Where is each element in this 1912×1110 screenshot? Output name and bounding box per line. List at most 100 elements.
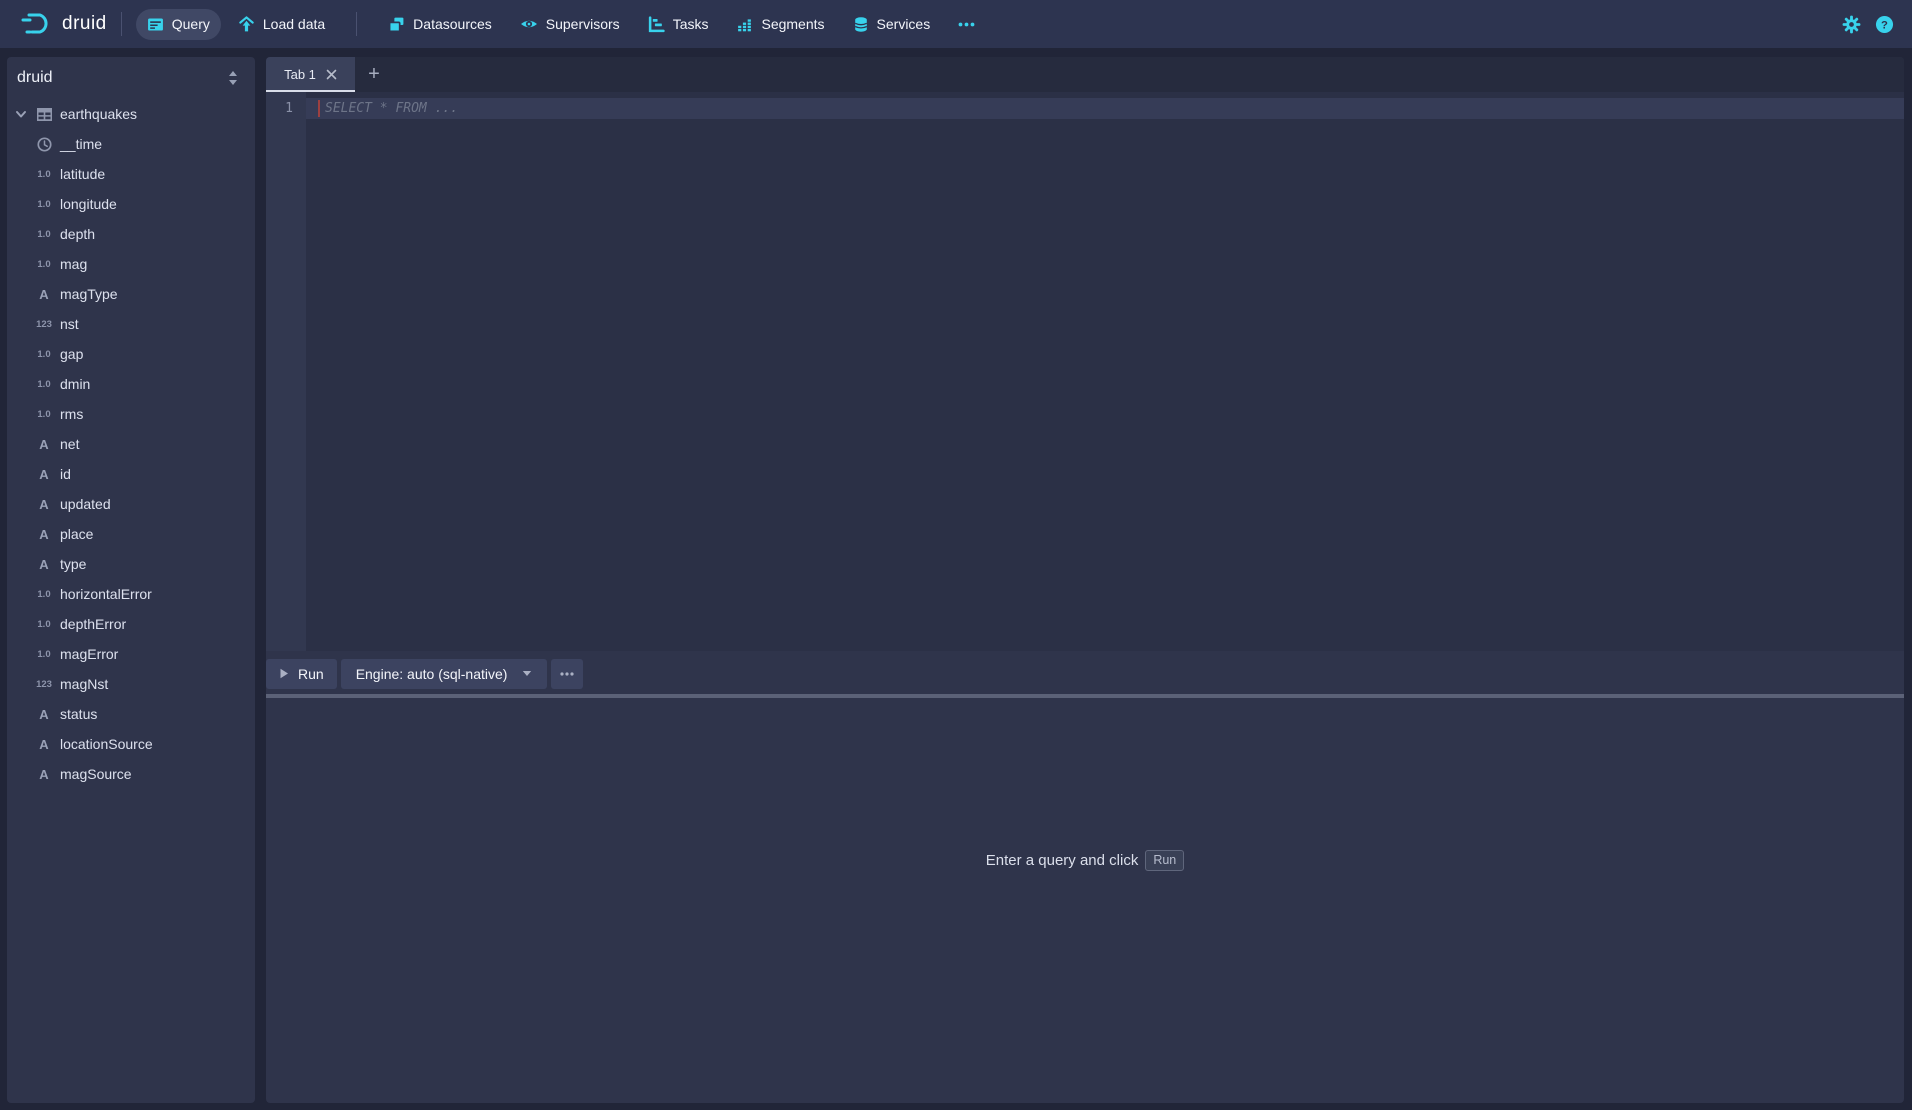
nav-item-datasources[interactable]: Datasources [377,9,503,40]
nav-item-label: Tasks [673,16,709,32]
column-item-__time[interactable]: __time [7,129,255,159]
nav-item-tasks[interactable]: Tasks [637,9,720,40]
column-item-locationSource[interactable]: AlocationSource [7,729,255,759]
column-item-magNst[interactable]: 123 magNst [7,669,255,699]
nav-item-segments[interactable]: Segments [725,9,835,40]
float-type-icon: 1.0 [35,619,53,630]
column-item-type[interactable]: Atype [7,549,255,579]
eye-icon [520,17,538,31]
chevron-down-icon[interactable] [15,108,27,120]
column-item-magType[interactable]: AmagType [7,279,255,309]
text-cursor [318,100,320,117]
bar-chart-icon [736,16,753,33]
run-more-button[interactable] [551,659,583,689]
sql-editor[interactable]: 1 SELECT * FROM ... [266,92,1904,651]
query-panel: Tab 1 + 1 SELECT * FROM ... Run Engine: … [266,57,1904,1103]
nav-item-more[interactable] [947,15,986,34]
column-list: __time1.0latitude1.0longitude1.0depth1.0… [7,129,255,789]
schema-title[interactable]: druid [17,69,227,87]
top-bar: druid Query Load data Datasources Superviso… [0,0,1912,48]
column-item-place[interactable]: Aplace [7,519,255,549]
int-type-icon: 123 [35,319,53,330]
column-item-longitude[interactable]: 1.0 longitude [7,189,255,219]
tab-label: Tab 1 [284,67,316,82]
float-type-icon: 1.0 [35,199,53,210]
column-name: mag [60,256,87,272]
string-type-icon: A [35,737,53,752]
column-item-net[interactable]: Anet [7,429,255,459]
engine-label: Engine: auto (sql-native) [356,666,508,682]
string-type-icon: A [35,287,53,302]
settings-gear-icon[interactable] [1842,15,1861,34]
column-name: updated [60,496,111,512]
schema-header: druid [7,57,255,99]
column-item-depth[interactable]: 1.0depth [7,219,255,249]
nav-item-label: Datasources [413,16,492,32]
float-type-icon: 1.0 [35,379,53,390]
float-type-icon: 1.0 [35,409,53,420]
run-toolbar: Run Engine: auto (sql-native) [266,651,583,694]
upload-icon [238,16,255,33]
nav-item-query[interactable]: Query [136,9,221,40]
column-name: horizontalError [60,586,152,602]
int-type-icon: 123 [35,679,53,690]
line-number: 1 [266,92,306,119]
add-tab-button[interactable]: + [355,57,393,92]
nav-item-label: Supervisors [546,16,620,32]
column-name: magType [60,286,118,302]
column-name: longitude [60,196,117,212]
column-name: net [60,436,79,452]
datasources-icon [388,16,405,33]
engine-select-button[interactable]: Engine: auto (sql-native) [341,659,548,689]
tab-tab1[interactable]: Tab 1 [266,57,355,92]
column-name: magError [60,646,118,662]
float-type-icon: 1.0 [35,649,53,660]
nav-divider [121,12,122,36]
float-type-icon: 1.0 [35,589,53,600]
column-name: magSource [60,766,132,782]
empty-message-text: Enter a query and click [986,852,1139,869]
nav-item-load-data[interactable]: Load data [227,9,336,40]
more-icon [958,22,975,27]
string-type-icon: A [35,527,53,542]
application-icon [147,16,164,33]
column-item-updated[interactable]: Aupdated [7,489,255,519]
double-caret-vertical-icon[interactable] [227,70,239,86]
column-item-dmin[interactable]: 1.0dmin [7,369,255,399]
column-name: latitude [60,166,105,182]
column-name: place [60,526,93,542]
column-item-horizontalError[interactable]: 1.0 horizontalError [7,579,255,609]
table-name: earthquakes [60,106,137,122]
string-type-icon: A [35,557,53,572]
logo-text: druid [62,13,107,35]
help-icon[interactable]: ? [1875,15,1894,34]
nav-item-label: Query [172,16,210,32]
close-icon[interactable] [326,69,337,80]
column-item-rms[interactable]: 1.0 rms [7,399,255,429]
caret-down-icon [522,670,532,677]
column-item-gap[interactable]: 1.0gap [7,339,255,369]
editor-placeholder: SELECT * FROM ... [325,98,458,119]
column-item-id[interactable]: Aid [7,459,255,489]
nav-item-services[interactable]: Services [842,9,942,40]
column-item-nst[interactable]: 123nst [7,309,255,339]
column-item-mag[interactable]: 1.0 mag [7,249,255,279]
druid-logo[interactable]: druid [20,11,107,37]
float-type-icon: 1.0 [35,349,53,360]
query-tab-bar: Tab 1 + [266,57,1904,92]
column-name: magNst [60,676,108,692]
column-item-status[interactable]: Astatus [7,699,255,729]
column-item-depthError[interactable]: 1.0depthError [7,609,255,639]
table-item-earthquakes[interactable]: earthquakes [7,99,255,129]
float-type-icon: 1.0 [35,259,53,270]
column-name: rms [60,406,83,422]
nav-item-label: Load data [263,16,325,32]
column-item-magSource[interactable]: AmagSource [7,759,255,789]
run-button[interactable]: Run [266,659,337,689]
nav-item-supervisors[interactable]: Supervisors [509,9,631,39]
string-type-icon: A [35,707,53,722]
column-item-latitude[interactable]: 1.0latitude [7,159,255,189]
database-icon [853,16,869,33]
svg-text:?: ? [1881,19,1888,31]
column-item-magError[interactable]: 1.0 magError [7,639,255,669]
